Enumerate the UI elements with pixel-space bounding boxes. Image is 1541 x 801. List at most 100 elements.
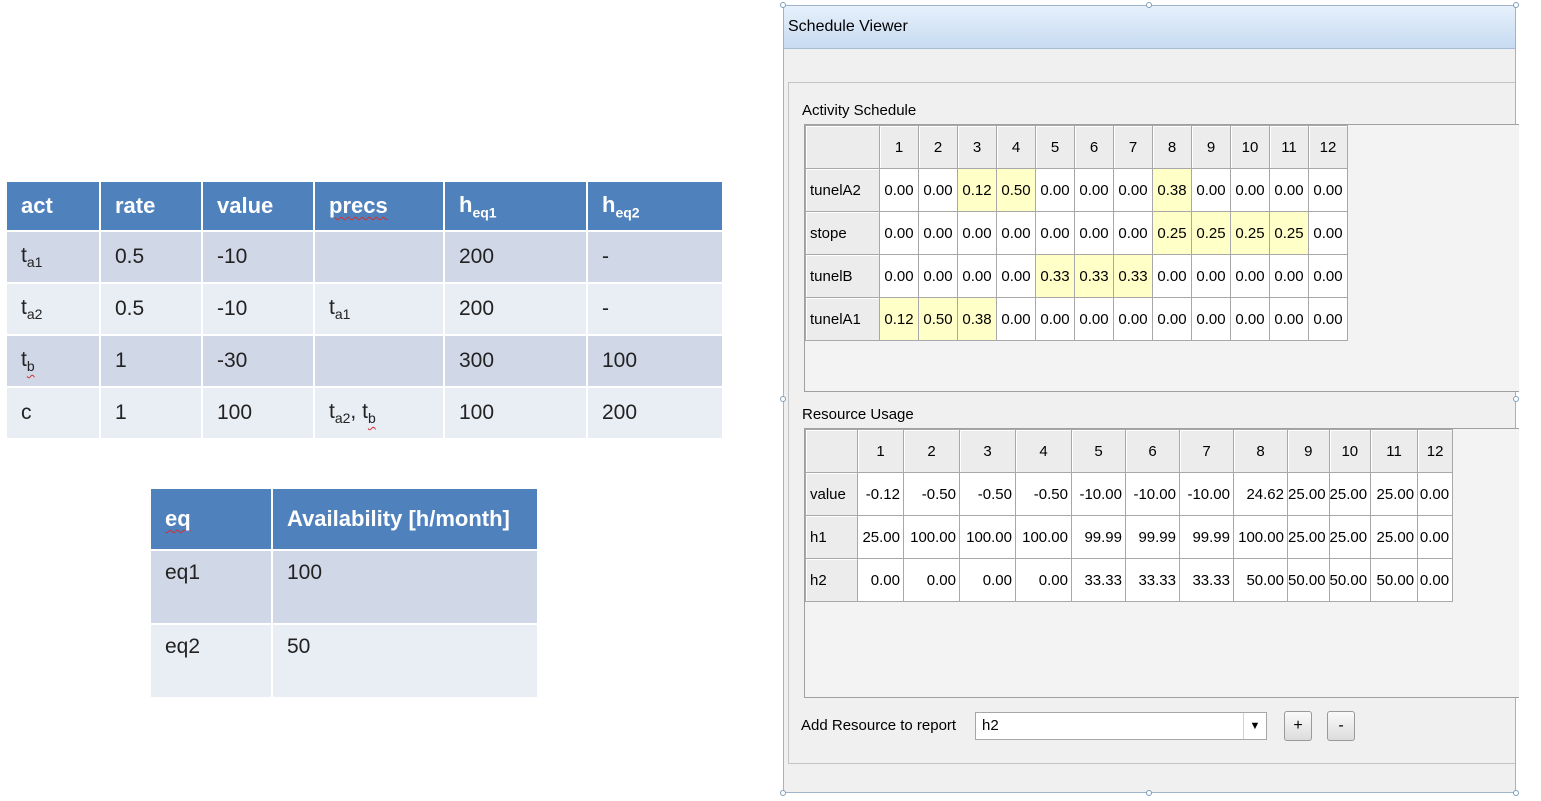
resize-handle-nw-icon[interactable] [780,2,786,8]
resize-handle-w-icon[interactable] [780,396,786,402]
column-header[interactable]: 1 [879,125,919,169]
grid-cell[interactable]: 0.00 [1113,211,1153,255]
grid-cell[interactable]: 25.00 [1328,472,1372,516]
grid-cell[interactable]: 0.00 [1035,168,1075,212]
resize-handle-e-icon[interactable] [1513,396,1519,402]
grid-corner[interactable] [805,429,858,473]
grid-cell[interactable]: 50.00 [1370,558,1419,602]
column-header[interactable]: 6 [1074,125,1114,169]
column-header[interactable]: 8 [1233,429,1288,473]
resize-handle-sw-icon[interactable] [780,790,786,796]
row-header[interactable]: stope [805,211,880,255]
grid-cell[interactable]: 25.00 [1287,472,1330,516]
row-header[interactable]: tunelB [805,254,880,298]
grid-cell[interactable]: -10.00 [1179,472,1234,516]
grid-cell[interactable]: 100.00 [903,515,960,559]
grid-cell[interactable]: 0.00 [1074,211,1114,255]
dropdown-arrow-icon[interactable]: ▼ [1243,713,1266,739]
grid-cell[interactable]: 0.00 [996,211,1036,255]
grid-cell[interactable]: 0.00 [1191,297,1231,341]
column-header[interactable]: 11 [1370,429,1419,473]
grid-cell[interactable]: 0.00 [903,558,960,602]
grid-cell[interactable]: 0.00 [1230,168,1270,212]
column-header[interactable]: 2 [903,429,960,473]
grid-cell[interactable]: 0.00 [1269,254,1309,298]
grid-cell[interactable]: 33.33 [1125,558,1180,602]
grid-cell[interactable]: 0.00 [1230,254,1270,298]
grid-cell[interactable]: 50.00 [1233,558,1288,602]
row-header[interactable]: h2 [805,558,858,602]
grid-cell[interactable]: 0.33 [1074,254,1114,298]
grid-cell[interactable]: 0.50 [918,297,958,341]
grid-cell[interactable]: -10.00 [1071,472,1126,516]
column-header[interactable]: 10 [1328,429,1372,473]
grid-cell[interactable]: 50.00 [1287,558,1330,602]
grid-cell[interactable]: 0.12 [957,168,997,212]
grid-cell[interactable]: 50.00 [1328,558,1372,602]
grid-cell[interactable]: 0.50 [996,168,1036,212]
column-header[interactable]: 9 [1287,429,1330,473]
column-header[interactable]: 12 [1417,429,1454,473]
grid-cell[interactable]: 25.00 [1370,472,1419,516]
add-resource-button[interactable]: + [1284,711,1312,741]
grid-cell[interactable]: 0.00 [918,254,958,298]
grid-cell[interactable]: 25.00 [1370,515,1419,559]
grid-cell[interactable]: 0.00 [1191,254,1231,298]
grid-cell[interactable]: 25.00 [857,515,904,559]
grid-cell[interactable]: 0.38 [957,297,997,341]
grid-cell[interactable]: -10.00 [1125,472,1180,516]
column-header[interactable]: 7 [1179,429,1234,473]
grid-cell[interactable]: 0.25 [1230,211,1270,255]
resize-handle-s-icon[interactable] [1146,790,1152,796]
grid-cell[interactable]: 0.00 [918,168,958,212]
resize-handle-se-icon[interactable] [1513,790,1519,796]
column-header[interactable]: 3 [959,429,1016,473]
grid-cell[interactable]: -0.50 [959,472,1016,516]
grid-cell[interactable]: 0.25 [1191,211,1231,255]
grid-cell[interactable]: 0.00 [1269,297,1309,341]
grid-cell[interactable]: 0.00 [857,558,904,602]
resource-usage-grid[interactable]: 1 2 3 4 5 6 7 8 9 10 11 12 value -0.12 -0.50 -0.50 -0.50… [804,428,1519,698]
row-header[interactable]: value [805,472,858,516]
column-header[interactable]: 2 [918,125,958,169]
grid-cell[interactable]: 0.00 [1417,558,1454,602]
grid-cell[interactable]: 0.12 [879,297,919,341]
grid-cell[interactable]: 0.00 [1308,168,1348,212]
grid-cell[interactable]: 25.00 [1287,515,1330,559]
grid-cell[interactable]: 0.00 [1113,297,1153,341]
resource-select[interactable]: h2 ▼ [975,712,1267,740]
grid-cell[interactable]: 0.00 [996,254,1036,298]
grid-cell[interactable]: 0.00 [1308,297,1348,341]
grid-cell[interactable]: 0.00 [1152,297,1192,341]
grid-cell[interactable]: 0.00 [1152,254,1192,298]
grid-cell[interactable]: 0.00 [879,211,919,255]
column-header[interactable]: 4 [996,125,1036,169]
grid-cell[interactable]: 0.00 [1269,168,1309,212]
grid-cell[interactable]: 0.25 [1152,211,1192,255]
column-header[interactable]: 12 [1308,125,1348,169]
grid-cell[interactable]: 0.00 [959,558,1016,602]
resize-handle-ne-icon[interactable] [1513,2,1519,8]
grid-cell[interactable]: 25.00 [1328,515,1372,559]
grid-cell[interactable]: 100.00 [959,515,1016,559]
grid-cell[interactable]: 0.38 [1152,168,1192,212]
grid-cell[interactable]: 100.00 [1233,515,1288,559]
grid-cell[interactable]: 33.33 [1179,558,1234,602]
grid-cell[interactable]: 0.00 [996,297,1036,341]
grid-cell[interactable]: 99.99 [1179,515,1234,559]
grid-cell[interactable]: 99.99 [1071,515,1126,559]
grid-cell[interactable]: 0.00 [918,211,958,255]
grid-cell[interactable]: 0.00 [1308,254,1348,298]
grid-cell[interactable]: -0.12 [857,472,904,516]
grid-cell[interactable]: 0.00 [1417,515,1454,559]
resize-handle-n-icon[interactable] [1146,2,1152,8]
row-header[interactable]: tunelA1 [805,297,880,341]
grid-cell[interactable]: 0.00 [1191,168,1231,212]
grid-cell[interactable]: 0.00 [879,168,919,212]
grid-cell[interactable]: 100.00 [1015,515,1072,559]
column-header[interactable]: 3 [957,125,997,169]
grid-cell[interactable]: 0.25 [1269,211,1309,255]
row-header[interactable]: tunelA2 [805,168,880,212]
column-header[interactable]: 5 [1035,125,1075,169]
grid-cell[interactable]: 0.00 [957,211,997,255]
